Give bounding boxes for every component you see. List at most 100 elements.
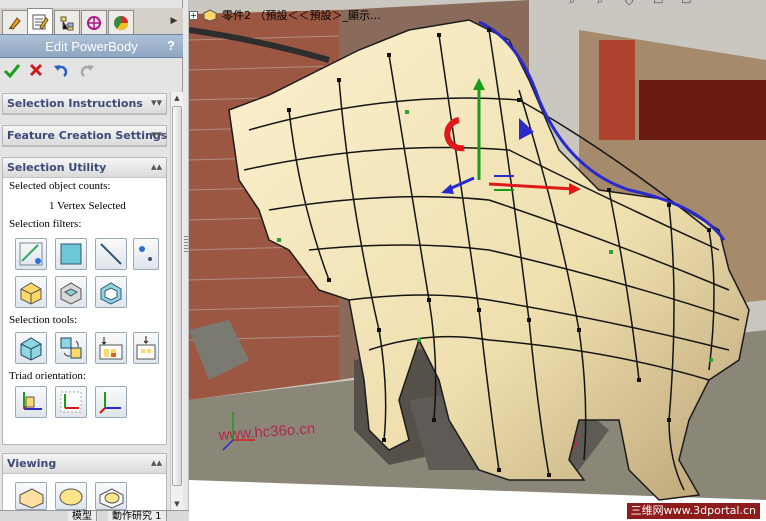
triad-view-icon <box>99 392 121 414</box>
filter-body-button[interactable] <box>55 276 87 308</box>
triad-view-button[interactable] <box>95 386 127 418</box>
group-title: Feature Creation Settings <box>7 129 168 142</box>
box-mesh-icon <box>19 488 44 509</box>
view-smooth-button[interactable] <box>55 482 87 510</box>
filter-box-button[interactable] <box>15 276 47 308</box>
filter-point-button[interactable] <box>133 238 159 270</box>
site-watermark: 三维网www.3dportal.cn <box>626 503 760 519</box>
ok-button[interactable] <box>2 62 22 82</box>
group-title: Selection Utility <box>7 161 107 174</box>
group-title: Viewing <box>7 457 57 470</box>
view-both-button[interactable] <box>95 482 127 510</box>
dimxpert-icon <box>87 15 101 30</box>
tab-configuration-manager[interactable] <box>54 10 80 34</box>
smooth-body-icon <box>59 488 83 506</box>
checkmark-icon <box>3 64 21 79</box>
panel-scrollbar[interactable]: ▲ ▼ <box>170 92 183 510</box>
part-icon <box>203 9 217 22</box>
property-manager-panel: ▶ Edit PowerBody ? Selection Instruction… <box>0 0 183 521</box>
triad-local-icon <box>60 391 82 413</box>
selected-counts-label: Selected object counts: <box>9 180 111 192</box>
selected-counts-value: 1 Vertex Selected <box>49 200 126 212</box>
body-filter-icon <box>60 282 82 305</box>
group-selection-instructions: Selection Instructions ▾▾ <box>2 93 167 115</box>
invert-selection-icon <box>60 337 82 359</box>
box-filter-icon <box>20 282 42 305</box>
group-header-selection-instructions[interactable]: Selection Instructions ▾▾ <box>3 94 166 114</box>
property-manager-title: Edit PowerBody <box>45 39 138 54</box>
cube-select-icon <box>20 337 42 361</box>
view-box-button[interactable] <box>15 482 47 510</box>
tab-property-manager[interactable] <box>27 8 53 34</box>
select-all-button[interactable] <box>15 332 47 364</box>
filter-face-button[interactable] <box>55 238 87 270</box>
grow-selection-icon <box>99 337 123 360</box>
flyout-feature-tree[interactable]: + 零件2 （預設＜＜預設＞_顯示... <box>189 2 380 28</box>
bottom-tab-strip: 模型 動作研究 1 <box>0 510 189 521</box>
redo-button[interactable] <box>77 62 97 82</box>
filter-edge-button[interactable] <box>95 238 127 270</box>
x-icon <box>29 63 43 77</box>
view-orientation-icon[interactable]: ▭ <box>681 0 693 6</box>
chevron-up-icon[interactable]: ▴▴ <box>151 456 162 469</box>
group-viewing: Viewing ▴▴ <box>2 453 167 511</box>
tab-scroll-right-icon[interactable]: ▶ <box>167 14 181 28</box>
undo-icon <box>54 65 68 77</box>
panel-tab-strip: ▶ <box>0 8 183 34</box>
scroll-down-arrow-icon[interactable]: ▼ <box>171 498 183 510</box>
vertex-filter-icon <box>19 242 43 266</box>
edge-filter-icon <box>100 243 122 265</box>
zoom-area-icon[interactable]: ⌕ <box>597 0 609 6</box>
splitter-grip[interactable] <box>184 236 188 254</box>
tab-display-manager[interactable] <box>108 10 134 34</box>
chevron-up-icon[interactable]: ▴▴ <box>151 160 162 173</box>
scene-canvas[interactable]: 0412993033 00776525 www.hc36o.cn <box>189 0 766 521</box>
part-name[interactable]: 零件2 （預設＜＜預設＞_顯示... <box>222 7 380 23</box>
property-manager-header: Edit PowerBody ? <box>0 34 183 58</box>
configuration-manager-icon <box>60 16 74 30</box>
group-header-selection-utility[interactable]: Selection Utility ▴▴ <box>3 158 166 178</box>
section-view-icon[interactable]: ▭ <box>653 0 665 6</box>
shrink-selection-button[interactable] <box>133 332 159 364</box>
invert-selection-button[interactable] <box>55 332 87 364</box>
point-filter-icon <box>139 246 152 261</box>
selection-filters-label: Selection filters: <box>9 218 82 230</box>
triad-orientation-label: Triad orientation: <box>9 370 86 382</box>
filter-shell-button[interactable] <box>95 276 127 308</box>
help-button[interactable]: ? <box>167 38 175 53</box>
chevron-down-icon[interactable]: ▾▾ <box>151 96 162 109</box>
redo-icon <box>80 65 94 77</box>
triad-global-icon <box>23 392 42 410</box>
box-and-smooth-icon <box>99 488 124 509</box>
group-feature-creation-settings: Feature Creation Settings ▾▾ <box>2 125 167 147</box>
heads-up-view-toolbar: ⌕ ⌕ ◇ ▭ ▭ <box>569 0 693 6</box>
expand-tree-icon[interactable]: + <box>189 10 198 20</box>
shell-filter-icon <box>100 282 122 305</box>
tab-feature-manager[interactable] <box>2 10 28 34</box>
scroll-thumb[interactable] <box>172 106 182 486</box>
tab-motion-study[interactable]: 動作研究 1 <box>108 511 167 521</box>
scroll-up-arrow-icon[interactable]: ▲ <box>171 92 183 104</box>
display-manager-icon <box>114 15 129 30</box>
graphics-viewport[interactable]: 0412993033 00776525 www.hc36o.cn <box>189 0 766 521</box>
grow-selection-button[interactable] <box>95 332 127 364</box>
face-filter-icon <box>60 243 82 265</box>
group-selection-utility: Selection Utility ▴▴ Selected object cou… <box>2 157 167 445</box>
shrink-selection-icon <box>136 336 156 360</box>
cancel-button[interactable] <box>26 62 46 82</box>
triad-global-button[interactable] <box>15 386 47 418</box>
group-header-feature-creation[interactable]: Feature Creation Settings ▾▾ <box>3 126 168 146</box>
triad-local-button[interactable] <box>55 386 87 418</box>
tab-dimxpert[interactable] <box>81 10 107 34</box>
property-manager-icon <box>32 14 49 30</box>
property-manager-actions <box>0 58 183 86</box>
group-title: Selection Instructions <box>7 97 143 110</box>
chevron-down-icon[interactable]: ▾▾ <box>151 128 162 141</box>
previous-view-icon[interactable]: ◇ <box>625 0 637 6</box>
undo-button[interactable] <box>51 62 71 82</box>
zoom-to-fit-icon[interactable]: ⌕ <box>569 0 581 6</box>
group-header-viewing[interactable]: Viewing ▴▴ <box>3 454 166 474</box>
feature-manager-icon <box>8 16 21 30</box>
tab-model[interactable]: 模型 <box>68 511 97 521</box>
filter-vertex-button[interactable] <box>15 238 47 270</box>
